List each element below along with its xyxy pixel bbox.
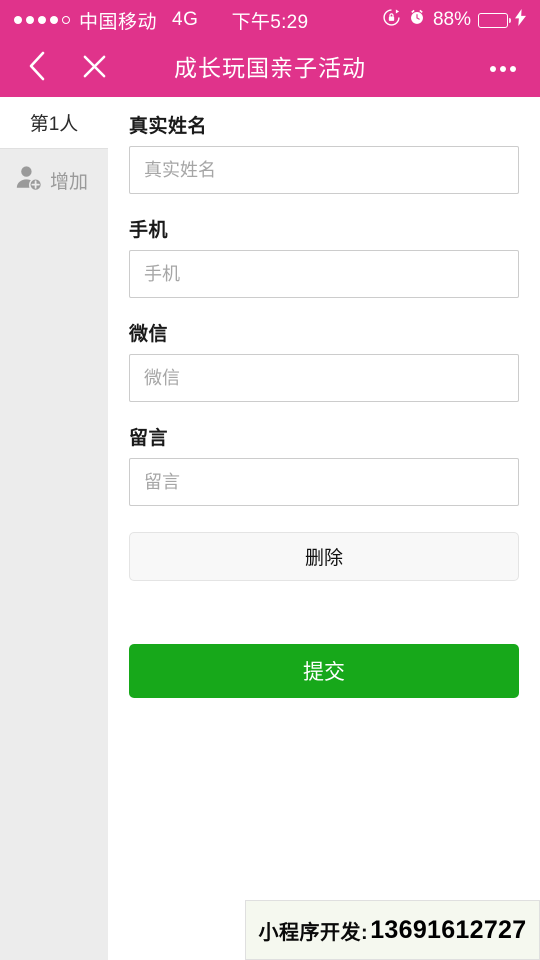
battery-percentage: 88% [432,9,471,30]
field-label-real-name: 真实姓名 [129,116,208,137]
status-bar-right: 88% [382,8,526,33]
more-options-icon [490,65,496,72]
page-title: 成长玩国亲子活动 [174,55,366,81]
field-label-phone: 手机 [129,220,169,241]
field-real-name: 真实姓名 [129,111,519,194]
carrier-name: 中国移动 [79,11,158,33]
sidebar-item-person-1[interactable]: 第1人 [0,97,108,148]
delete-button[interactable]: 删除 [129,532,519,581]
lightning-bolt-icon [515,8,526,32]
network-type: 4G [172,9,199,30]
watermark-label: 小程序开发: [258,921,369,944]
sidebar-item-label: 第1人 [29,114,79,135]
real-name-input[interactable] [129,146,519,194]
wechat-input[interactable] [129,354,519,402]
watermark-phone: 13691612727 [370,915,527,944]
navigation-bar: 成长玩国亲子活动 [0,40,540,97]
registration-form: 真实姓名 手机 微信 留言 删除 提交 [108,97,540,960]
watermark-banner: 小程序开发: 13691612727 [245,900,540,960]
field-wechat: 微信 [129,319,519,402]
app-root: 中国移动 4G 下午5:29 88% 成长玩国亲子活动 第1人 增加 真实姓名 … [0,0,540,960]
more-options-icon [500,65,506,72]
field-message: 留言 [129,423,519,506]
submit-button[interactable]: 提交 [129,644,519,698]
field-label-message: 留言 [129,428,169,449]
signal-strength-icon [14,16,70,24]
message-input[interactable] [129,458,519,506]
battery-icon [478,12,511,28]
status-bar: 中国移动 4G 下午5:29 88% [0,0,540,40]
more-options-icon [510,65,516,72]
alarm-clock-icon [408,8,426,32]
field-phone: 手机 [129,215,519,298]
more-options-button[interactable] [478,40,528,97]
status-bar-left: 中国移动 4G [14,7,198,34]
phone-input[interactable] [129,250,519,298]
field-label-wechat: 微信 [129,324,169,345]
sidebar-add-label: 增加 [50,172,89,193]
sidebar: 第1人 增加 [0,97,108,960]
content-area: 第1人 增加 真实姓名 真实姓名 手机 手机 微信 微信 留言 留言 删除 提交 [0,97,540,960]
person-add-icon [14,163,44,198]
sidebar-add-person-button[interactable]: 增加 [0,148,108,960]
rotation-lock-icon [382,8,401,33]
